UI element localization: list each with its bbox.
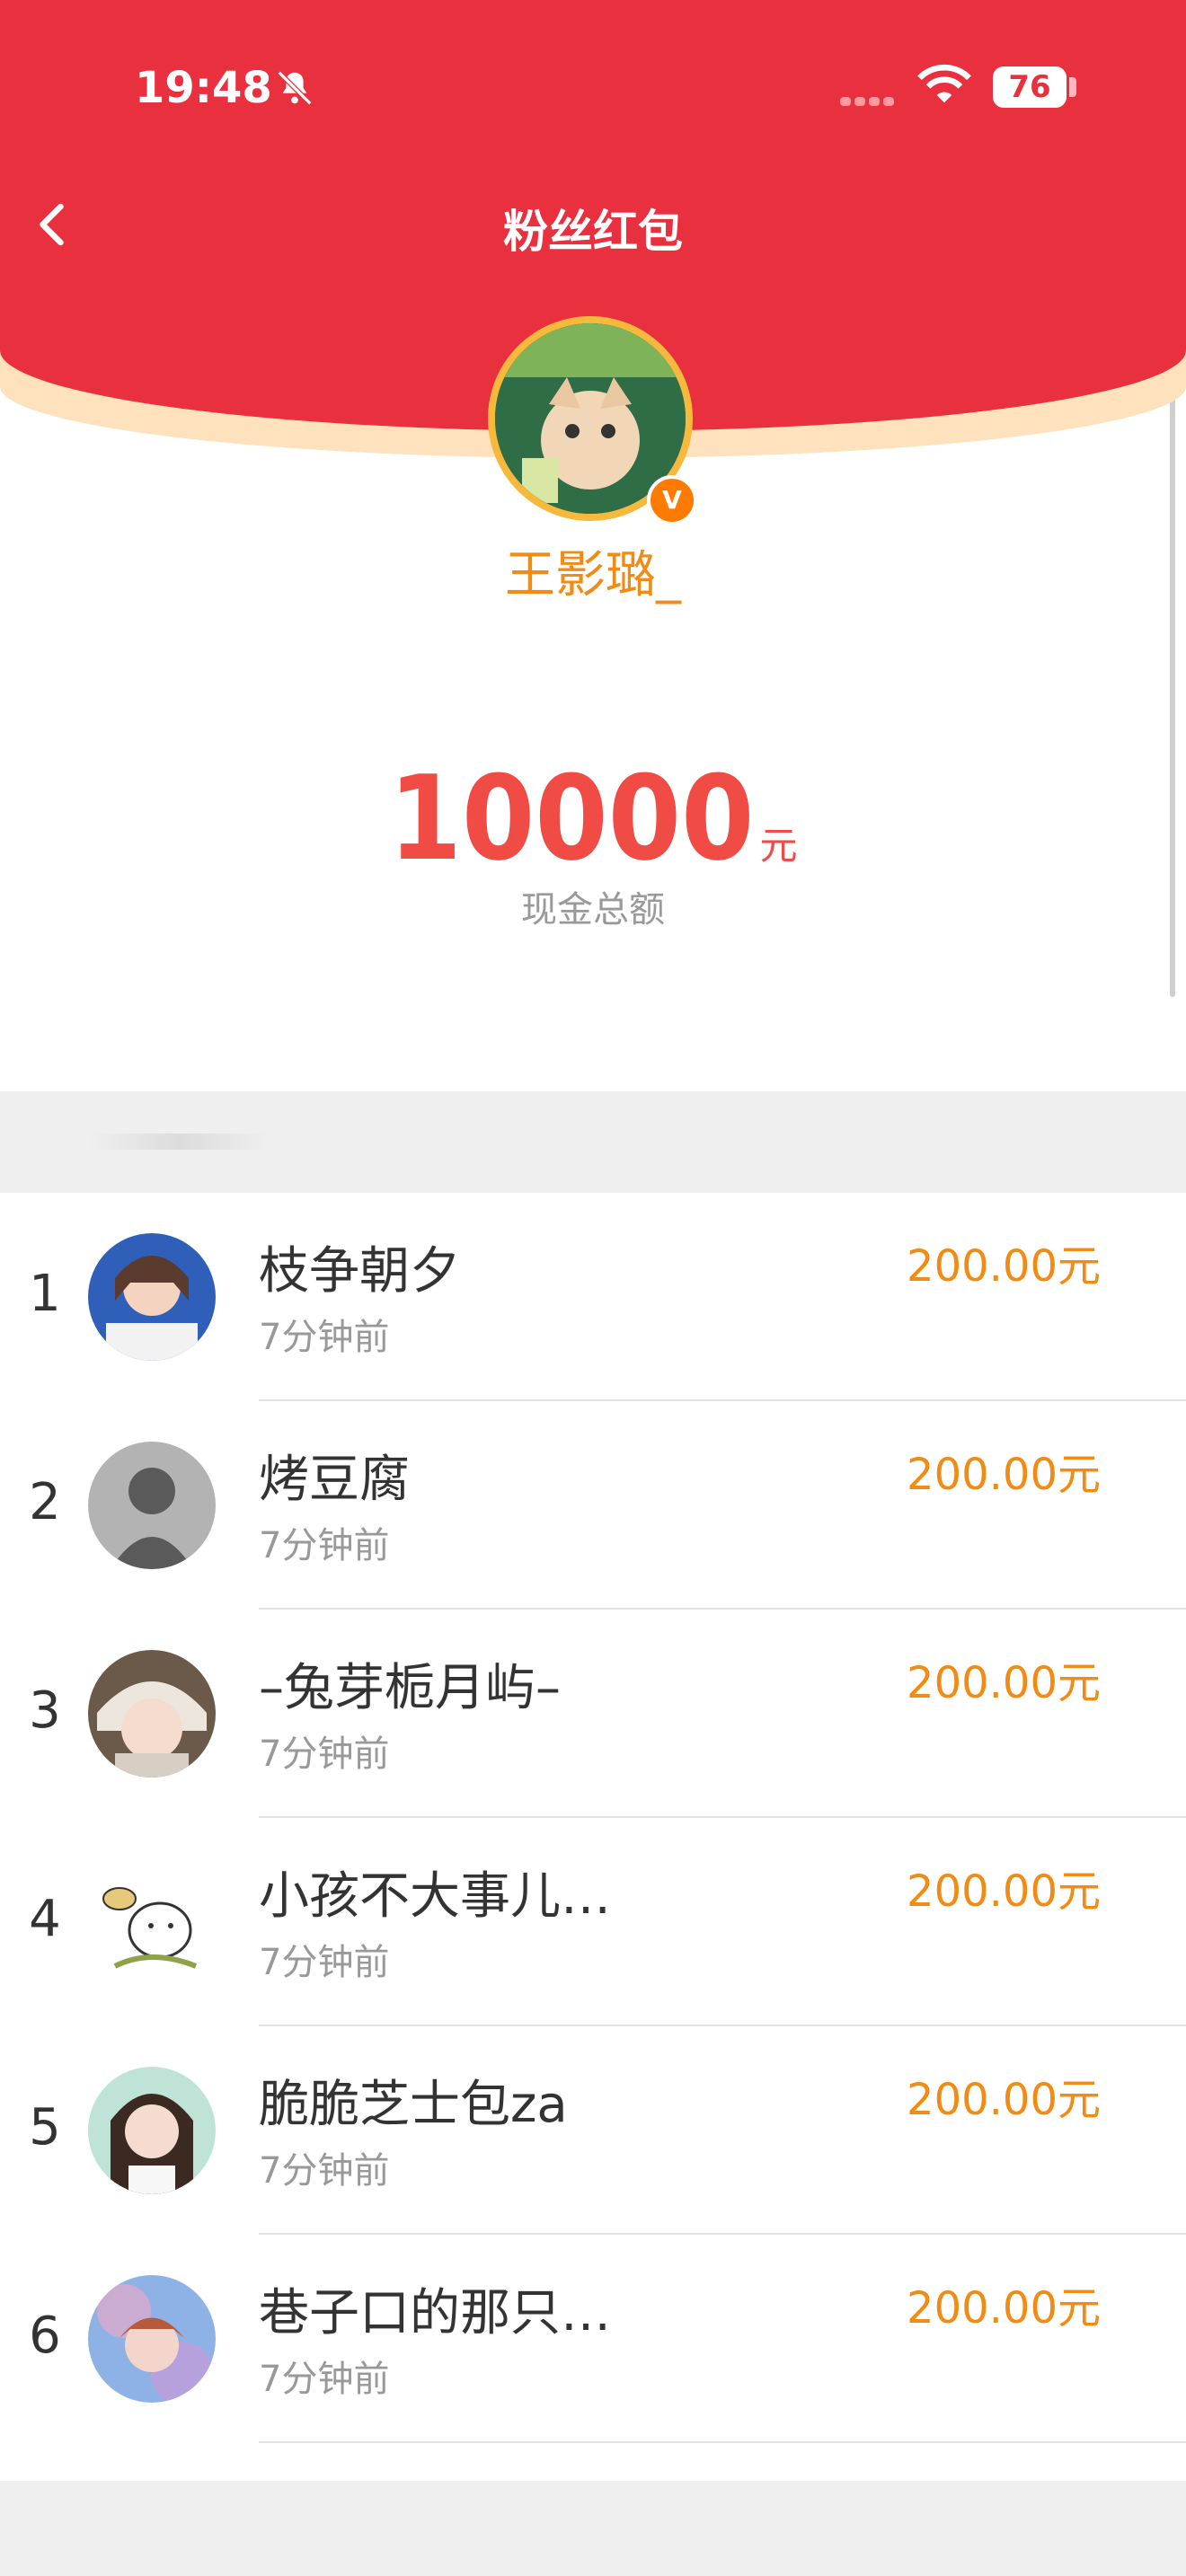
battery-cap [1069, 77, 1076, 97]
received-amount: 200.00元 [907, 1866, 1101, 1917]
list-item[interactable]: 1 枝争朝夕 7分钟前 200.00元 [0, 1193, 1186, 1401]
received-amount: 200.00元 [907, 2075, 1101, 2125]
list-item[interactable]: 6 巷子口的那只… 7分钟前 200.00元 [0, 2235, 1186, 2443]
list-item[interactable]: 5 脆脆芝士包za 7分钟前 200.00元 [0, 2026, 1186, 2235]
recipient-list: 1 枝争朝夕 7分钟前 200.00元 2 烤豆腐 7分钟前 200.00元 3… [0, 1193, 1186, 2443]
rank-number: 3 [29, 1681, 61, 1740]
total-amount: 10000 [388, 750, 755, 887]
rank-number: 4 [29, 1890, 61, 1948]
row-divider [259, 2441, 1186, 2443]
status-time: 19:48 [135, 63, 272, 113]
user-name: 枝争朝夕 [259, 1242, 460, 1301]
bottom-spacer [0, 2481, 1186, 2576]
user-avatar[interactable] [88, 1650, 216, 1778]
verified-badge-icon: V [647, 475, 697, 525]
received-amount: 200.00元 [907, 1241, 1101, 1292]
total-amount-label: 现金总额 [521, 889, 665, 931]
rank-number: 5 [29, 2098, 61, 2157]
user-name: 巷子口的那只… [259, 2284, 611, 2342]
rank-number: 1 [29, 1265, 61, 1323]
user-avatar[interactable] [88, 2275, 216, 2403]
page-title: 粉丝红包 [503, 206, 683, 258]
bell-muted-icon [277, 70, 313, 106]
user-name: 脆脆芝士包za [259, 2076, 568, 2134]
rank-number: 6 [29, 2307, 61, 2365]
receive-time: 7分钟前 [259, 1317, 390, 1358]
user-avatar[interactable] [88, 1442, 216, 1569]
total-amount-row: 10000 元 [0, 750, 1186, 887]
wifi-icon [917, 64, 971, 103]
scrollbar[interactable] [1170, 377, 1175, 997]
received-amount: 200.00元 [907, 1658, 1101, 1708]
creator-name: 王影璐_ [505, 546, 681, 604]
receive-time: 7分钟前 [259, 1525, 390, 1566]
receive-time: 7分钟前 [259, 2359, 390, 2400]
battery-indicator: 76 [993, 66, 1067, 108]
list-item[interactable]: 3 –兔芽栀月屿– 7分钟前 200.00元 [0, 1610, 1186, 1818]
total-amount-unit: 元 [759, 824, 798, 868]
receive-time: 7分钟前 [259, 2150, 390, 2192]
received-amount: 200.00元 [907, 2283, 1101, 2333]
user-name: 小孩不大事儿… [259, 1867, 611, 1926]
user-avatar[interactable] [88, 1233, 216, 1361]
cellular-signal-icon [840, 93, 898, 110]
blurred-section-label [90, 1134, 270, 1150]
received-amount: 200.00元 [907, 1450, 1101, 1500]
user-avatar[interactable] [88, 2067, 216, 2194]
receive-time: 7分钟前 [259, 1734, 390, 1775]
user-avatar[interactable] [88, 1858, 216, 1986]
creator-avatar[interactable]: V [488, 316, 697, 525]
receive-time: 7分钟前 [259, 1942, 390, 1983]
list-item[interactable]: 2 烤豆腐 7分钟前 200.00元 [0, 1401, 1186, 1610]
rank-number: 2 [29, 1473, 61, 1531]
user-name: 烤豆腐 [259, 1451, 410, 1509]
user-name: –兔芽栀月屿– [259, 1659, 561, 1717]
list-item[interactable]: 4 小孩不大事儿… 7分钟前 200.00元 [0, 1818, 1186, 2026]
